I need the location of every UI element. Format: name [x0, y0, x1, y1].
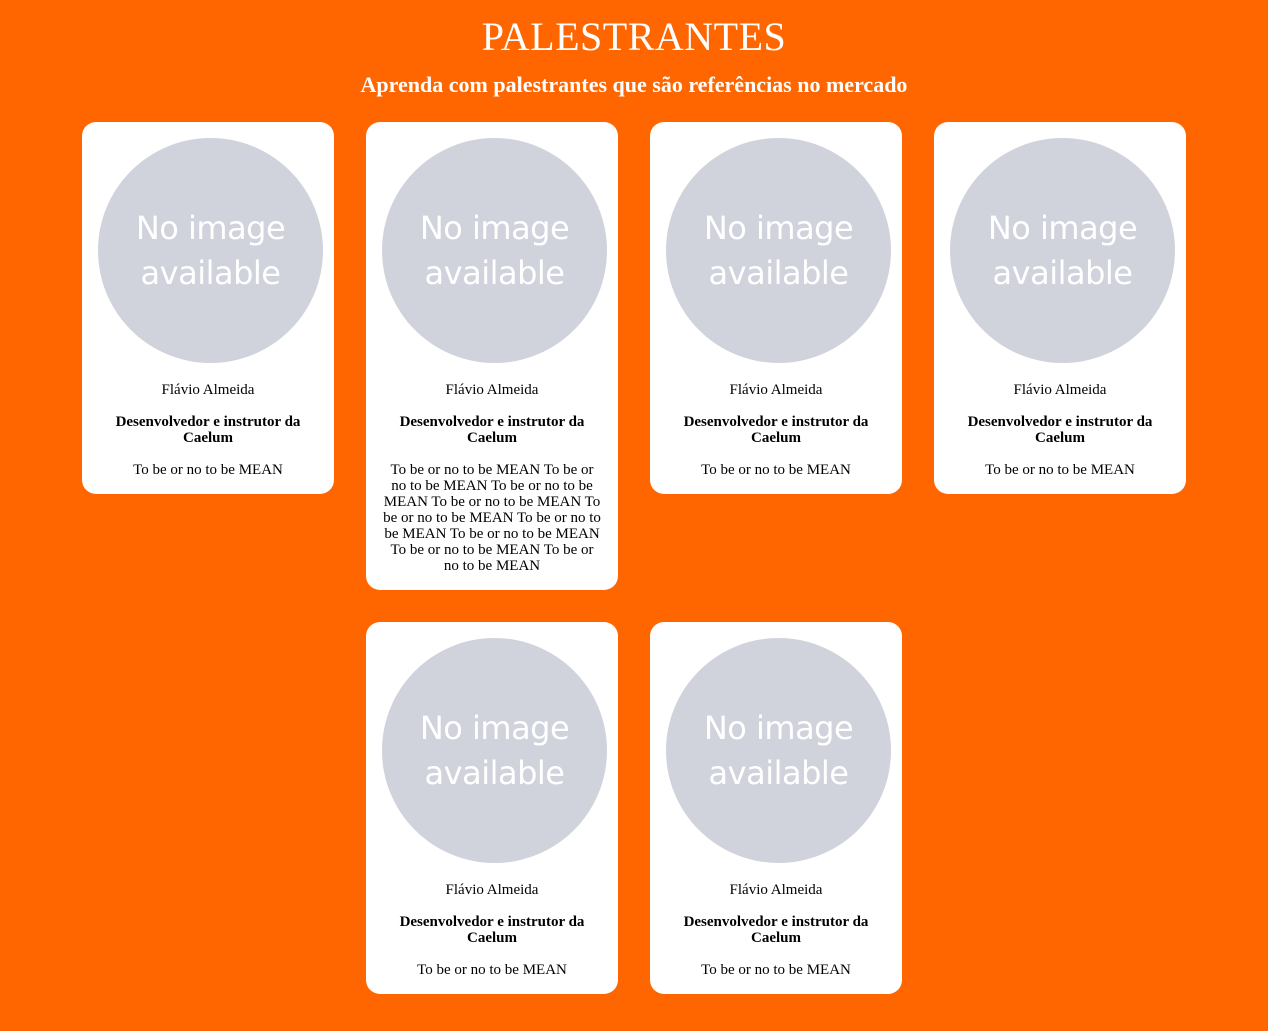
avatar-placeholder-text: No image	[703, 708, 854, 747]
no-image-placeholder-icon: No image available	[950, 138, 1175, 363]
page-title: PALESTRANTES	[481, 14, 787, 59]
avatar-placeholder-text: No image	[987, 208, 1138, 247]
speaker-card: No image available Flávio Almeida Desenv…	[366, 622, 618, 994]
no-image-placeholder-icon: No image available	[666, 638, 891, 863]
speaker-talk: To be or no to be MEAN	[701, 462, 851, 478]
speaker-card: No image available Flávio Almeida Desenv…	[650, 622, 902, 994]
avatar-placeholder-text: available	[708, 753, 849, 792]
speaker-card: No image available Flávio Almeida Desenv…	[82, 122, 334, 494]
speaker-talk: To be or no to be MEAN	[133, 462, 283, 478]
avatar-placeholder-text: available	[424, 753, 565, 792]
speaker-card: No image available Flávio Almeida Desenv…	[934, 122, 1186, 494]
avatar-placeholder-text: available	[992, 253, 1133, 292]
page-header: PALESTRANTES Aprenda com palestrantes qu…	[0, 0, 1268, 98]
speaker-card: No image available Flávio Almeida Desenv…	[650, 122, 902, 494]
page-subtitle: Aprenda com palestrantes que são referên…	[360, 72, 908, 97]
no-image-placeholder-icon: No image available	[382, 138, 607, 363]
speaker-talk: To be or no to be MEAN	[701, 962, 851, 978]
avatar-placeholder-text: No image	[419, 208, 570, 247]
avatar-placeholder-text: available	[424, 253, 565, 292]
speaker-role: Desenvolvedor e instrutor da Caelum	[967, 414, 1153, 446]
speaker-name: Flávio Almeida	[1013, 382, 1107, 398]
avatar-placeholder-text: No image	[419, 708, 570, 747]
speaker-name: Flávio Almeida	[729, 882, 823, 898]
speaker-role: Desenvolvedor e instrutor da Caelum	[683, 914, 869, 946]
speaker-name: Flávio Almeida	[729, 382, 823, 398]
speaker-role: Desenvolvedor e instrutor da Caelum	[115, 414, 301, 446]
speaker-role: Desenvolvedor e instrutor da Caelum	[399, 414, 585, 446]
speaker-name: Flávio Almeida	[445, 382, 539, 398]
speaker-role: Desenvolvedor e instrutor da Caelum	[399, 914, 585, 946]
speaker-name: Flávio Almeida	[161, 382, 255, 398]
avatar-placeholder-text: No image	[703, 208, 854, 247]
no-image-placeholder-icon: No image available	[666, 138, 891, 363]
speaker-talk: To be or no to be MEAN	[985, 462, 1135, 478]
no-image-placeholder-icon: No image available	[382, 638, 607, 863]
speaker-talk: To be or no to be MEAN	[417, 962, 567, 978]
speakers-grid: No image available Flávio Almeida Desenv…	[0, 98, 1268, 998]
avatar-placeholder-text: available	[140, 253, 281, 292]
speaker-card: No image available Flávio Almeida Desenv…	[366, 122, 618, 590]
avatar-placeholder-text: No image	[135, 208, 286, 247]
speaker-name: Flávio Almeida	[445, 882, 539, 898]
no-image-placeholder-icon: No image available	[98, 138, 323, 363]
speaker-talk: To be or no to be MEAN To be or no to be…	[383, 462, 601, 574]
avatar-placeholder-text: available	[708, 253, 849, 292]
speaker-role: Desenvolvedor e instrutor da Caelum	[683, 414, 869, 446]
